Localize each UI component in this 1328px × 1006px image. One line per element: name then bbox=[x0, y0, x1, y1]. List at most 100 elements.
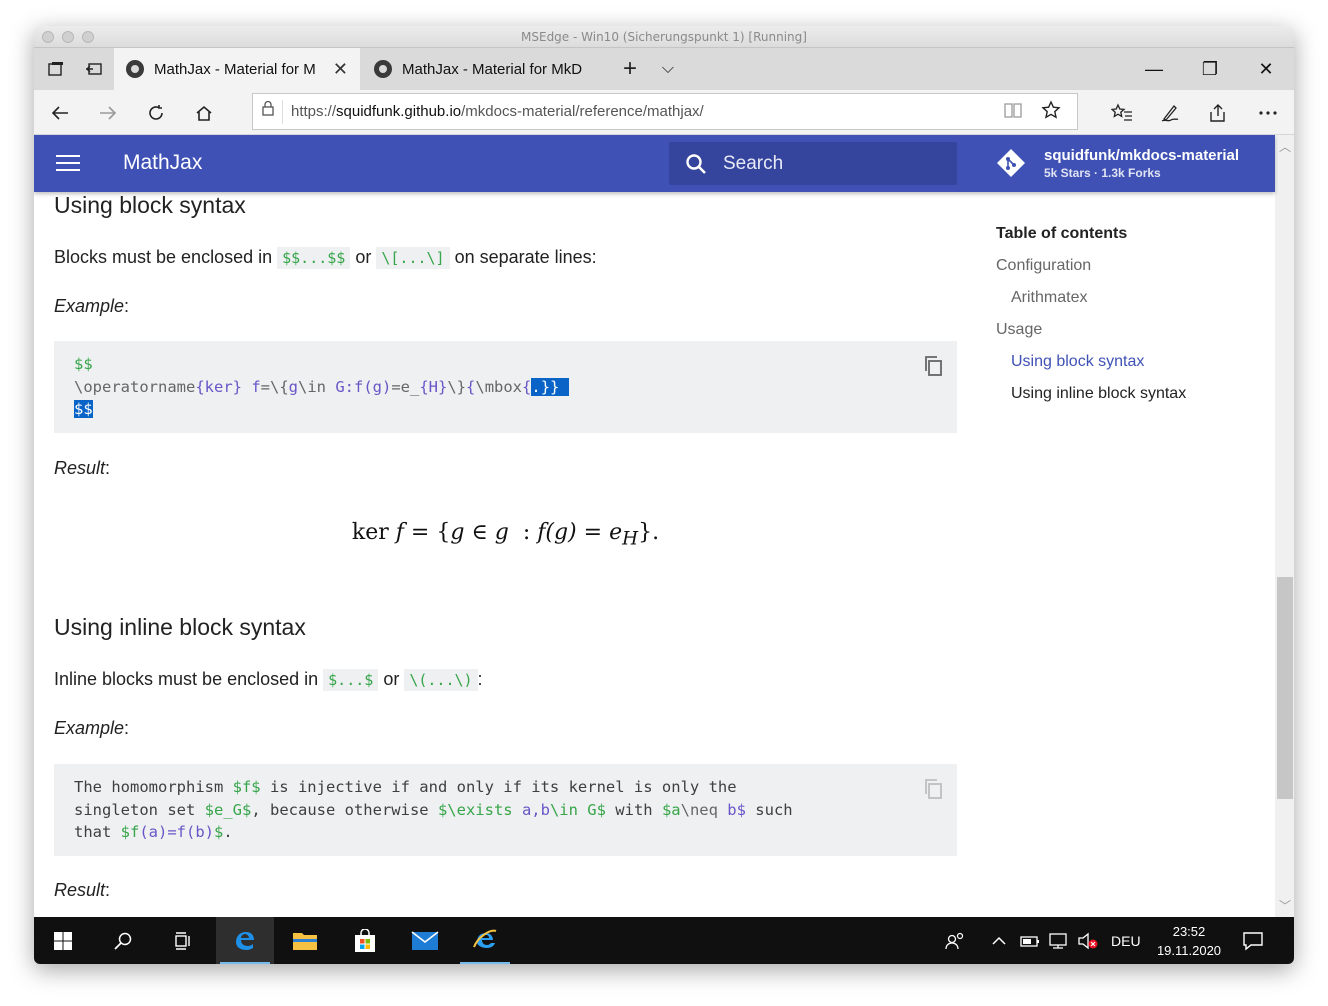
internet-explorer-icon[interactable] bbox=[456, 917, 514, 964]
code-line: $$ bbox=[74, 398, 937, 421]
toc-item-using-block-syntax[interactable]: Using block syntax bbox=[996, 353, 1256, 385]
code-line: The homomorphism $f$ is injective if and… bbox=[74, 776, 937, 799]
back-arrow-icon[interactable] bbox=[36, 90, 84, 135]
code-line: that $f(a)=f(b)$. bbox=[74, 821, 937, 844]
people-icon[interactable] bbox=[944, 917, 966, 964]
tray-chevron-up-icon[interactable] bbox=[991, 917, 1007, 964]
tab-mathjax-second[interactable]: MathJax - Material for MkD bbox=[362, 48, 608, 90]
search-icon bbox=[669, 153, 723, 175]
tab-close-icon[interactable]: ✕ bbox=[333, 59, 348, 80]
volume-muted-icon[interactable] bbox=[1077, 917, 1099, 964]
tab-strip: MathJax - Material for M ✕ MathJax - Mat… bbox=[34, 48, 1294, 90]
task-view-icon[interactable] bbox=[154, 917, 212, 964]
tab-preview-icon[interactable] bbox=[36, 48, 76, 90]
refresh-icon[interactable] bbox=[132, 90, 180, 135]
code-token: b$ bbox=[717, 800, 746, 819]
new-tab-button[interactable]: + bbox=[610, 48, 650, 90]
code-token: \in G$ bbox=[549, 800, 606, 819]
math-token: : bbox=[508, 520, 538, 545]
code-token: $$ bbox=[74, 355, 93, 373]
edge-taskbar-icon[interactable] bbox=[216, 917, 274, 964]
code-selection: .}} bbox=[531, 377, 560, 396]
minimize-button[interactable]: — bbox=[1126, 48, 1182, 90]
code-token: that bbox=[74, 823, 121, 841]
result-colon: : bbox=[105, 880, 111, 900]
vm-titlebar: MSEdge - Win10 (Sicherungspunkt 1) [Runn… bbox=[34, 26, 1294, 48]
address-bar[interactable]: https://squidfunk.github.io/mkdocs-mater… bbox=[252, 93, 1078, 130]
reading-view-icon[interactable] bbox=[1003, 100, 1023, 125]
math-token: g bbox=[450, 520, 465, 545]
math-token: }. bbox=[638, 520, 660, 545]
search-input[interactable]: Search bbox=[669, 142, 957, 185]
battery-icon[interactable] bbox=[1019, 917, 1041, 964]
action-center-icon[interactable] bbox=[1242, 917, 1264, 964]
math-result: ker f = {g ∈ g : f(g) = eH}. bbox=[54, 520, 957, 549]
store-icon[interactable] bbox=[336, 917, 394, 964]
windows-taskbar: DEU 23:52 19.11.2020 bbox=[34, 917, 1294, 964]
toc-item-arithmatex[interactable]: Arithmatex bbox=[996, 289, 1256, 321]
set-tabs-aside-icon[interactable] bbox=[74, 48, 114, 90]
code-selection: $$ bbox=[74, 400, 93, 418]
site-favicon-icon bbox=[126, 60, 144, 78]
scrollbar-thumb[interactable] bbox=[1277, 577, 1293, 799]
code-token: \in bbox=[298, 377, 327, 396]
code-block-2[interactable]: The homomorphism $f$ is injective if and… bbox=[54, 764, 957, 856]
tab-mathjax-active[interactable]: MathJax - Material for M ✕ bbox=[114, 48, 360, 90]
code-token: { bbox=[466, 377, 476, 396]
favorites-hub-icon[interactable] bbox=[1098, 90, 1146, 135]
forward-arrow-icon[interactable] bbox=[84, 90, 132, 135]
code-block-1[interactable]: $$ \operatorname{ker} f=\{g\in G:f(g)=e_… bbox=[54, 341, 957, 433]
close-window-button[interactable]: ✕ bbox=[1238, 48, 1294, 90]
favorite-star-icon[interactable] bbox=[1041, 100, 1061, 125]
toc-item-configuration[interactable]: Configuration bbox=[996, 257, 1256, 289]
vm-window: MSEdge - Win10 (Sicherungspunkt 1) [Runn… bbox=[34, 26, 1294, 964]
file-explorer-icon[interactable] bbox=[276, 917, 334, 964]
intro-or-text: or bbox=[378, 669, 405, 689]
header-title: MathJax bbox=[123, 151, 203, 174]
home-icon[interactable] bbox=[180, 90, 228, 135]
inline-intro: Inline blocks must be enclosed in $...$ … bbox=[54, 669, 483, 691]
scroll-down-chevron-icon[interactable]: ﹀ bbox=[1279, 897, 1291, 914]
repo-facts: 5k Stars · 1.3k Forks bbox=[1044, 165, 1161, 180]
code-token: {ker} bbox=[195, 377, 242, 396]
network-icon[interactable] bbox=[1048, 917, 1070, 964]
code-token: The homomorphism bbox=[74, 778, 233, 796]
intro-text: Blocks must be enclosed in bbox=[54, 247, 278, 267]
clock[interactable]: 23:52 19.11.2020 bbox=[1144, 922, 1234, 960]
input-language[interactable]: DEU bbox=[1111, 917, 1141, 964]
code-token: { bbox=[522, 377, 532, 396]
mail-icon[interactable] bbox=[396, 917, 454, 964]
intro-after-text: : bbox=[477, 669, 483, 689]
repo-name: squidfunk/mkdocs-material bbox=[1044, 146, 1240, 164]
scroll-up-chevron-icon[interactable]: ︿ bbox=[1279, 138, 1291, 155]
lock-icon[interactable] bbox=[253, 99, 283, 124]
url-path: /mkdocs-material/reference/mathjax/ bbox=[461, 103, 704, 120]
start-windows-icon[interactable] bbox=[34, 917, 92, 964]
notes-pen-icon[interactable] bbox=[1146, 90, 1194, 135]
tab-label: MathJax - Material for MkD bbox=[402, 60, 583, 78]
code-token: , because otherwise bbox=[251, 800, 438, 819]
url-text[interactable]: https://squidfunk.github.io/mkdocs-mater… bbox=[283, 103, 704, 120]
clock-date: 19.11.2020 bbox=[1156, 943, 1222, 958]
code-token: $a bbox=[661, 800, 681, 819]
restore-button[interactable]: ❐ bbox=[1182, 48, 1238, 90]
search-icon[interactable] bbox=[94, 917, 152, 964]
page-scrollbar[interactable]: ︿ ﹀ bbox=[1275, 135, 1294, 917]
toc-item-using-inline-block-syntax[interactable]: Using inline block syntax bbox=[996, 385, 1256, 417]
more-menu-icon[interactable] bbox=[1244, 90, 1292, 135]
menu-hamburger-icon[interactable] bbox=[56, 155, 80, 173]
code-token: =e_ bbox=[391, 377, 420, 396]
navigation-bar: https://squidfunk.github.io/mkdocs-mater… bbox=[34, 90, 1294, 135]
git-icon bbox=[997, 149, 1025, 177]
math-token: g bbox=[494, 520, 509, 545]
toc-title: Table of contents bbox=[996, 225, 1128, 242]
code-token: is injective if and only if its kernel i… bbox=[260, 778, 737, 796]
toc-item-usage[interactable]: Usage bbox=[996, 321, 1256, 353]
share-icon[interactable] bbox=[1194, 90, 1242, 135]
copy-icon[interactable] bbox=[923, 355, 943, 377]
tab-list-chevron-icon[interactable]: ⌵ bbox=[648, 48, 688, 90]
code-token: f bbox=[242, 377, 261, 396]
copy-icon[interactable] bbox=[923, 778, 943, 800]
code-token: a,b bbox=[521, 800, 550, 819]
repository-link[interactable]: squidfunk/mkdocs-material 5k Stars · 1.3… bbox=[996, 143, 1239, 183]
